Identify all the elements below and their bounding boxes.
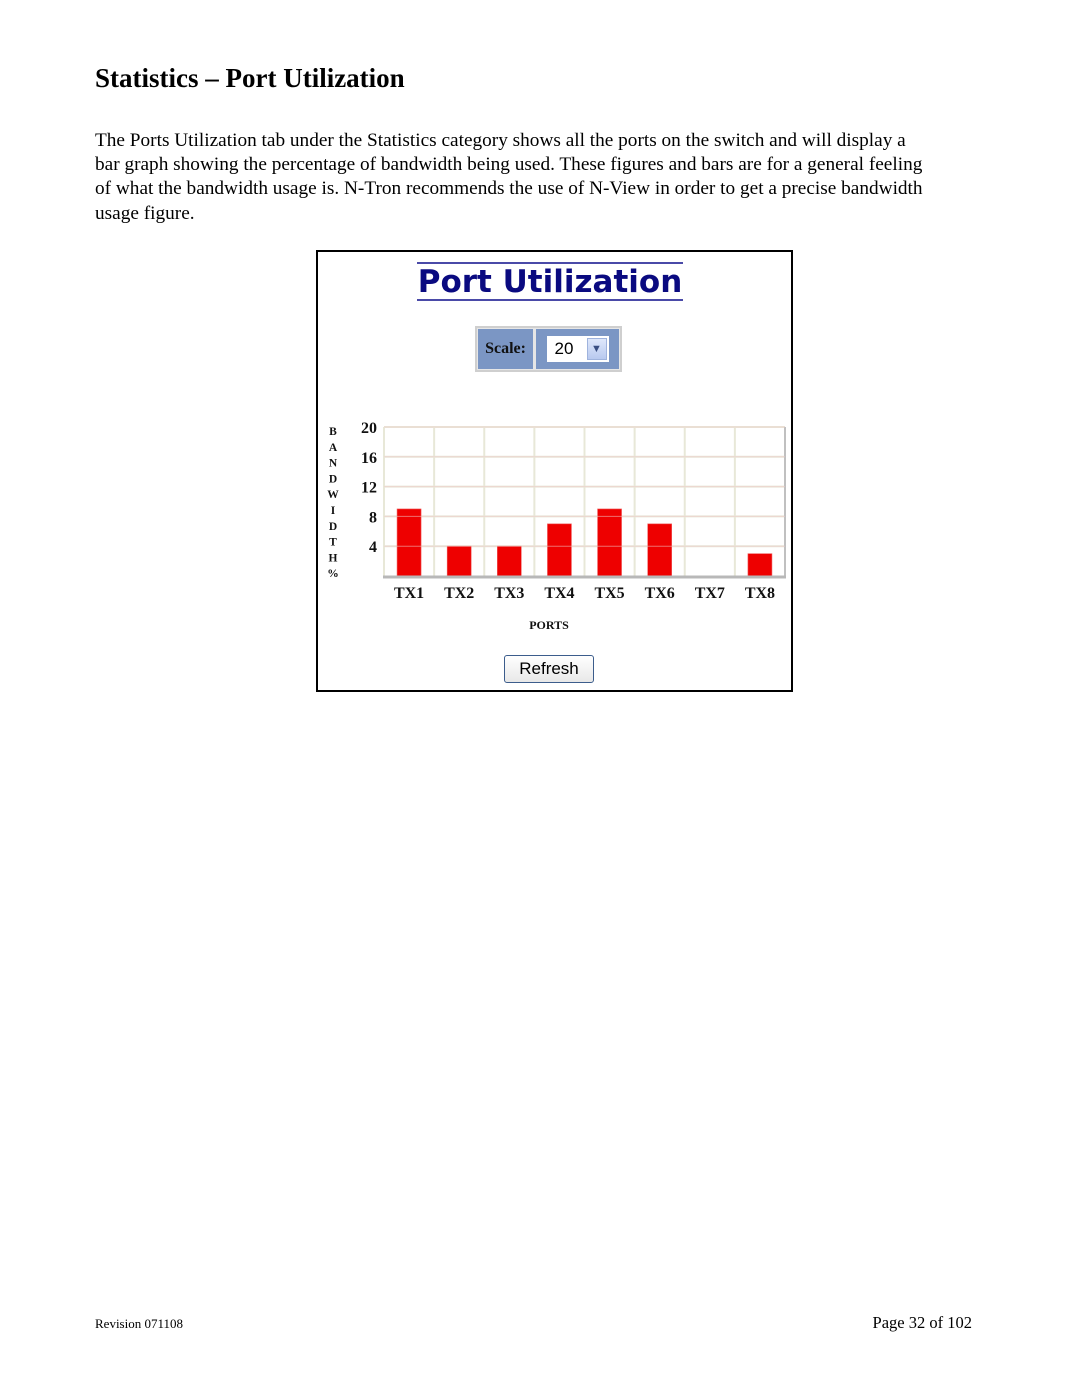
x-tick-label: TX8 (745, 585, 775, 602)
y-axis-label-letter: H (329, 552, 338, 564)
bar-tx5 (597, 508, 622, 577)
y-axis-label-letter: D (329, 521, 337, 533)
x-tick-label: TX6 (645, 585, 675, 602)
bar-tx8 (747, 553, 773, 577)
bar-tx3 (497, 545, 522, 577)
x-tick-label: TX4 (544, 585, 574, 602)
bandwidth-bar-chart: 4 8 12 16 20 TX1 TX2 TX3 TX4 TX5 TX6 TX7 TX8 PORTS BAN… (327, 420, 786, 632)
y-axis-label-letter: A (329, 442, 338, 454)
y-tick-label: 12 (361, 480, 377, 497)
description-paragraph: The Ports Utilization tab under the Stat… (95, 129, 1025, 226)
x-tick-label: TX5 (594, 585, 624, 602)
paragraph-line: bar graph showing the percentage of band… (95, 154, 923, 176)
x-tick-label: TX7 (695, 585, 725, 602)
page-heading: Statistics – Port Utilization (95, 63, 405, 93)
y-axis-label-letter: T (329, 537, 337, 549)
paragraph-line: of what the bandwidth usage is. N-Tron r… (95, 178, 923, 200)
paragraph-line: usage figure. (95, 202, 195, 224)
bar-tx2 (446, 545, 472, 577)
y-tick-label: 16 (361, 450, 377, 467)
refresh-button[interactable]: Refresh (504, 655, 594, 683)
port-utilization-screenshot: Port Utilization Scale: 20 ▼ 4 8 12 16 20 TX1… (316, 250, 793, 692)
bar-tx4 (547, 523, 572, 577)
footer-page-number: Page 32 of 102 (872, 1313, 972, 1332)
y-axis-label-letter: % (327, 568, 339, 580)
bar-tx1 (396, 508, 422, 577)
x-tick-label: TX3 (494, 585, 524, 602)
footer-revision: Revision 071108 (95, 1316, 183, 1331)
y-axis-label-letter: W (327, 489, 339, 501)
y-axis-label-letter: N (329, 458, 338, 470)
y-tick-label: 20 (361, 420, 377, 437)
y-axis-label-letter: B (329, 426, 337, 438)
x-axis-label: PORTS (529, 618, 569, 632)
y-axis-label-letter: I (331, 505, 336, 517)
x-tick-label: TX2 (444, 585, 474, 602)
y-tick-label: 8 (369, 509, 377, 526)
x-tick-label: TX1 (394, 585, 424, 602)
paragraph-line: The Ports Utilization tab under the Stat… (95, 130, 906, 151)
bar-tx6 (647, 523, 672, 577)
y-axis-label-letter: D (329, 473, 337, 485)
y-tick-label: 4 (369, 539, 377, 556)
